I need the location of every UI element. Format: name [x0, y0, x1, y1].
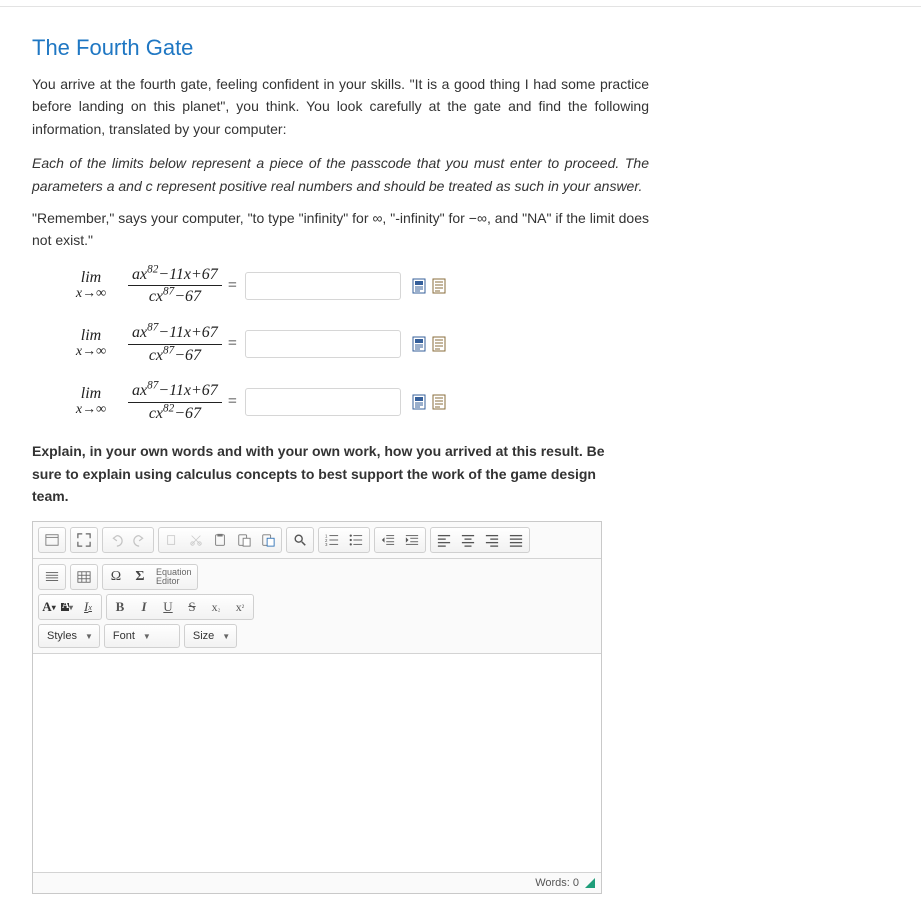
rich-text-editor: 123 Ω	[32, 521, 602, 894]
find-button[interactable]	[288, 529, 312, 551]
table-button[interactable]	[72, 566, 96, 588]
bold-button[interactable]: B	[108, 596, 132, 618]
lim-symbol: limx→∞	[62, 386, 120, 417]
explain-prompt: Explain, in your own words and with your…	[32, 440, 889, 507]
preview-icon[interactable]	[411, 335, 427, 353]
source-button[interactable]	[40, 529, 64, 551]
align-justify-button[interactable]	[504, 529, 528, 551]
align-center-button[interactable]	[456, 529, 480, 551]
equals-sign: =	[228, 277, 237, 295]
preview-icon[interactable]	[411, 277, 427, 295]
outdent-button[interactable]	[376, 529, 400, 551]
lim-symbol: limx→∞	[62, 270, 120, 301]
paste-word-button[interactable]	[256, 529, 280, 551]
align-right-button[interactable]	[480, 529, 504, 551]
sigma-button[interactable]: Σ	[128, 566, 152, 588]
equation-editor-button[interactable]: Equation Editor	[152, 568, 196, 586]
answer-input-2[interactable]	[245, 330, 401, 358]
maximize-button[interactable]	[72, 529, 96, 551]
limit-row-3: limx→∞ ax87−11x+67cx82−67 =	[62, 382, 889, 422]
omega-button[interactable]: Ω	[104, 566, 128, 588]
numbered-list-button[interactable]: 123	[320, 529, 344, 551]
limit-row-1: limx→∞ ax82−11x+67cx87−67 =	[62, 266, 889, 306]
font-select[interactable]: Font▼	[104, 624, 180, 648]
bg-color-button[interactable]: A▾	[58, 596, 76, 618]
help-icon[interactable]	[431, 277, 447, 295]
word-count: Words: 0	[535, 877, 579, 889]
resize-handle[interactable]	[585, 878, 595, 888]
toolbar-row-2: Ω Σ Equation Editor A▾ A▾ Ix B I U S x₂	[33, 559, 601, 654]
editor-footer: Words: 0	[33, 872, 601, 893]
redo-button[interactable]	[128, 529, 152, 551]
question-container: The Fourth Gate You arrive at the fourth…	[0, 6, 921, 914]
copy-button[interactable]	[160, 529, 184, 551]
editor-content-area[interactable]	[33, 654, 601, 872]
limit-expression: ax87−11x+67cx82−67	[128, 382, 222, 422]
line-height-button[interactable]	[40, 566, 64, 588]
indent-button[interactable]	[400, 529, 424, 551]
styles-select[interactable]: Styles▼	[38, 624, 100, 648]
answer-input-3[interactable]	[245, 388, 401, 416]
subscript-button[interactable]: x₂	[204, 596, 228, 618]
help-icon[interactable]	[431, 393, 447, 411]
answer-input-1[interactable]	[245, 272, 401, 300]
remove-format-button[interactable]: Ix	[76, 596, 100, 618]
superscript-button[interactable]: x²	[228, 596, 252, 618]
svg-text:3: 3	[325, 543, 328, 548]
cut-button[interactable]	[184, 529, 208, 551]
limit-expression: ax82−11x+67cx87−67	[128, 266, 222, 306]
limit-expression: ax87−11x+67cx87−67	[128, 324, 222, 364]
toolbar-row-1: 123	[33, 522, 601, 559]
instruction-paragraph: Each of the limits below represent a pie…	[32, 152, 889, 197]
help-icon[interactable]	[431, 335, 447, 353]
size-select[interactable]: Size▼	[184, 624, 237, 648]
strike-button[interactable]: S	[180, 596, 204, 618]
preview-icon[interactable]	[411, 393, 427, 411]
page-title: The Fourth Gate	[32, 35, 889, 61]
lim-symbol: limx→∞	[62, 328, 120, 359]
equals-sign: =	[228, 335, 237, 353]
bullet-list-button[interactable]	[344, 529, 368, 551]
remember-paragraph: "Remember," says your computer, "to type…	[32, 207, 889, 252]
limit-row-2: limx→∞ ax87−11x+67cx87−67 =	[62, 324, 889, 364]
italic-button[interactable]: I	[132, 596, 156, 618]
paste-button[interactable]	[208, 529, 232, 551]
paste-text-button[interactable]	[232, 529, 256, 551]
align-left-button[interactable]	[432, 529, 456, 551]
underline-button[interactable]: U	[156, 596, 180, 618]
intro-paragraph: You arrive at the fourth gate, feeling c…	[32, 73, 889, 140]
equals-sign: =	[228, 393, 237, 411]
text-color-button[interactable]: A▾	[40, 596, 58, 618]
undo-button[interactable]	[104, 529, 128, 551]
